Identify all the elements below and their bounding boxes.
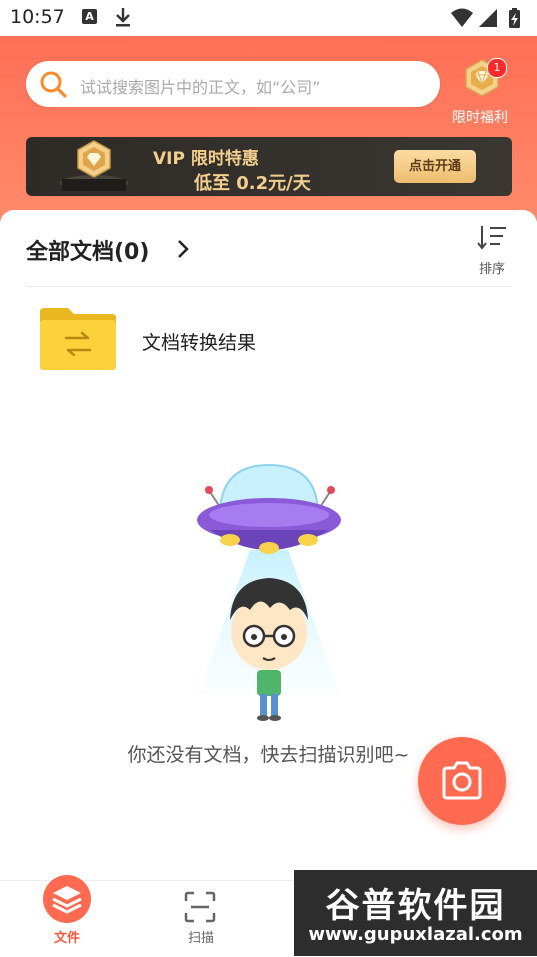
limited-benefit-label: 限时福利: [452, 110, 508, 126]
folder-name: 文档转换结果: [142, 332, 257, 354]
status-time: 10:57: [10, 6, 65, 28]
divider: [26, 286, 512, 287]
sort-button[interactable]: 排序: [470, 224, 514, 277]
site-watermark: 谷普软件园 www.gupuxlazal.com: [294, 870, 537, 956]
nav-files[interactable]: 文件: [12, 875, 122, 957]
search-input[interactable]: 试试搜索图片中的正文，如“公司”: [80, 74, 321, 98]
status-bar: 10:57 A: [0, 0, 537, 36]
scan-icon: [184, 891, 216, 923]
search-icon: [40, 71, 67, 98]
folder-convert-icon: [40, 308, 116, 370]
folder-item[interactable]: 文档转换结果: [26, 298, 512, 380]
all-documents-title[interactable]: 全部文档(0): [26, 234, 149, 266]
camera-button[interactable]: [418, 737, 506, 825]
vip-promo-banner[interactable]: VIP 限时特惠 低至 0.2元/天 点击开通: [26, 137, 512, 196]
vip-activate-button[interactable]: 点击开通: [394, 150, 476, 183]
signal-icon: [479, 9, 497, 27]
nav-files-label: 文件: [53, 931, 80, 946]
layers-icon: [43, 875, 91, 923]
camera-icon: [442, 761, 482, 800]
nav-scan-label: 扫描: [187, 931, 214, 946]
sort-label: 排序: [478, 262, 505, 277]
empty-state-illustration: [197, 463, 341, 721]
watermark-url: www.gupuxlazal.com: [308, 924, 523, 945]
font-app-icon: A: [82, 9, 97, 24]
nav-scan[interactable]: 扫描: [146, 881, 256, 957]
search-bar[interactable]: 试试搜索图片中的正文，如“公司”: [26, 61, 440, 107]
watermark-title: 谷普软件园: [325, 886, 506, 926]
vip-promo-price: 低至 0.2元/天: [194, 173, 311, 194]
battery-charging-icon: [509, 8, 520, 28]
wifi-icon: [451, 8, 473, 27]
notification-badge: 1: [487, 58, 507, 78]
download-icon: [116, 8, 130, 27]
status-icons: [451, 8, 520, 28]
vip-promo-title: VIP 限时特惠: [153, 149, 259, 169]
chevron-right-icon[interactable]: [176, 238, 190, 260]
sort-icon: [477, 226, 506, 250]
vip-diamond-icon: [60, 140, 128, 191]
